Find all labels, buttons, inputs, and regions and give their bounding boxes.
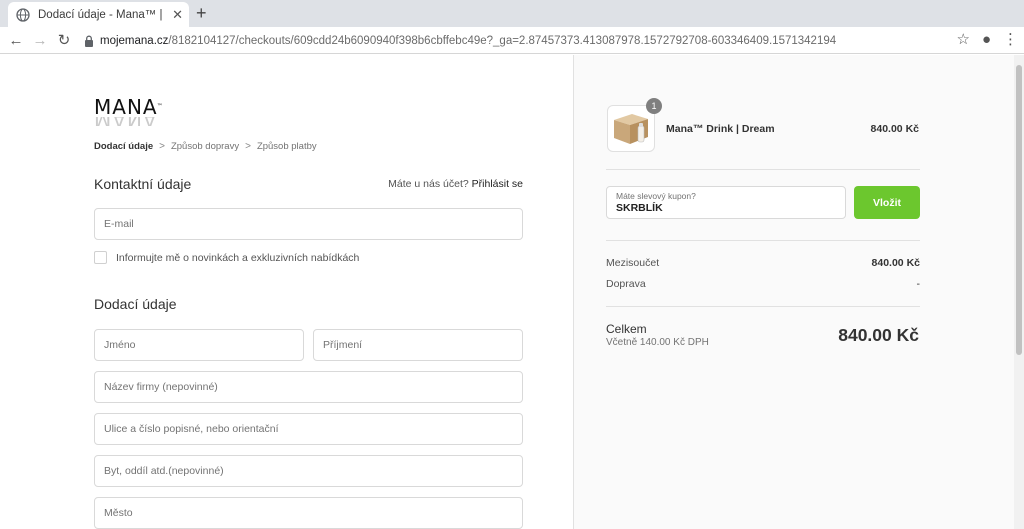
chevron-right-icon: >: [159, 141, 165, 152]
new-tab-icon[interactable]: +: [196, 4, 207, 22]
company-field[interactable]: Název firmy (nepovinné): [94, 371, 523, 403]
toolbar-actions: ☆ ● ⋮: [956, 31, 1018, 49]
coupon-label: Máte slevový kupon?: [616, 191, 696, 201]
lock-icon: [85, 35, 93, 47]
first-name-field[interactable]: Jméno: [94, 329, 304, 361]
back-icon[interactable]: ←: [4, 28, 28, 52]
quantity-badge: 1: [646, 98, 662, 114]
subtotal-row: Mezisoučet 840.00 Kč: [606, 257, 920, 269]
product-name: Mana™ Drink | Dream: [666, 123, 775, 135]
total-tax-note: Včetně 140.00 Kč DPH: [606, 337, 709, 348]
globe-icon: [16, 7, 30, 22]
checkout-page: MANA™ MANA Dodací údaje > Způsob dopravy…: [0, 55, 1024, 529]
logo-reflection: MANA: [94, 117, 158, 126]
street-field[interactable]: Ulice a číslo popisné, nebo orientační: [94, 413, 523, 445]
newsletter-option[interactable]: Informujte mě o novinkách a exkluzivních…: [94, 251, 359, 264]
logo-text: MANA: [94, 95, 158, 119]
breadcrumb: Dodací údaje > Způsob dopravy > Způsob p…: [94, 141, 317, 152]
email-field[interactable]: E-mail: [94, 208, 523, 240]
order-summary-panel: 1 Mana™ Drink | Dream 840.00 Kč Máte sle…: [573, 55, 1014, 529]
browser-tab[interactable]: Dodací údaje - Mana™ | Česk ✕: [8, 2, 189, 27]
breadcrumb-step-shipping-method[interactable]: Způsob dopravy: [171, 141, 239, 152]
breadcrumb-step-payment[interactable]: Způsob platby: [257, 141, 317, 152]
divider: [606, 306, 920, 307]
chevron-right-icon: >: [245, 141, 251, 152]
checkout-form-panel: MANA™ MANA Dodací údaje > Způsob dopravy…: [0, 55, 573, 529]
newsletter-label: Informujte mě o novinkách a exkluzivních…: [116, 251, 360, 264]
subtotal-label: Mezisoučet: [606, 257, 660, 269]
account-question: Máte u nás účet?: [388, 178, 469, 190]
close-tab-icon[interactable]: ✕: [172, 7, 183, 23]
total-label: Celkem: [606, 322, 647, 336]
login-hint: Máte u nás účet? Přihlásit se: [388, 178, 523, 190]
apartment-field[interactable]: Byt, oddíl atd.(nepovinné): [94, 455, 523, 487]
store-logo[interactable]: MANA™ MANA: [94, 95, 163, 126]
total-value: 840.00 Kč: [838, 325, 919, 345]
shipping-value: -: [916, 278, 921, 290]
logo-trademark: ™: [156, 103, 164, 110]
bookmark-star-icon[interactable]: ☆: [956, 31, 969, 49]
product-box-image: [614, 114, 648, 144]
product-price: 840.00 Kč: [870, 123, 919, 135]
login-link[interactable]: Přihlásit se: [472, 178, 523, 190]
address-bar[interactable]: mojemana.cz/8182104127/checkouts/609cdd2…: [84, 30, 944, 51]
coupon-field[interactable]: Máte slevový kupon? SKRBLÍK: [606, 186, 846, 219]
url-host: mojemana.cz: [100, 34, 169, 47]
url-path: /8182104127/checkouts/609cdd24b6090940f3…: [168, 34, 837, 47]
browser-tab-bar: Dodací údaje - Mana™ | Česk ✕ +: [0, 0, 1024, 27]
divider: [606, 240, 920, 241]
shipping-heading: Dodací údaje: [94, 296, 177, 312]
menu-kebab-icon[interactable]: ⋮: [1003, 31, 1018, 49]
newsletter-checkbox[interactable]: [94, 251, 107, 264]
city-field[interactable]: Město: [94, 497, 523, 529]
shipping-label: Doprava: [606, 278, 646, 290]
coupon-value: SKRBLÍK: [616, 202, 663, 214]
contact-heading: Kontaktní údaje: [94, 176, 192, 192]
breadcrumb-step-shipping-info[interactable]: Dodací údaje: [94, 141, 153, 152]
tab-title: Dodací údaje - Mana™ | Česk: [38, 8, 166, 21]
last-name-field[interactable]: Příjmení: [313, 329, 523, 361]
scrollbar-thumb[interactable]: [1016, 65, 1022, 355]
reload-icon[interactable]: ↻: [52, 28, 76, 52]
apply-coupon-button[interactable]: Vložit: [854, 186, 920, 219]
browser-toolbar: ← → ↻ mojemana.cz/8182104127/checkouts/6…: [0, 27, 1024, 54]
subtotal-value: 840.00 Kč: [871, 257, 920, 269]
forward-icon[interactable]: →: [28, 28, 52, 52]
profile-icon[interactable]: ●: [982, 31, 991, 49]
page-scrollbar[interactable]: [1014, 55, 1024, 529]
shipping-row: Doprava -: [606, 278, 920, 290]
divider: [606, 169, 920, 170]
